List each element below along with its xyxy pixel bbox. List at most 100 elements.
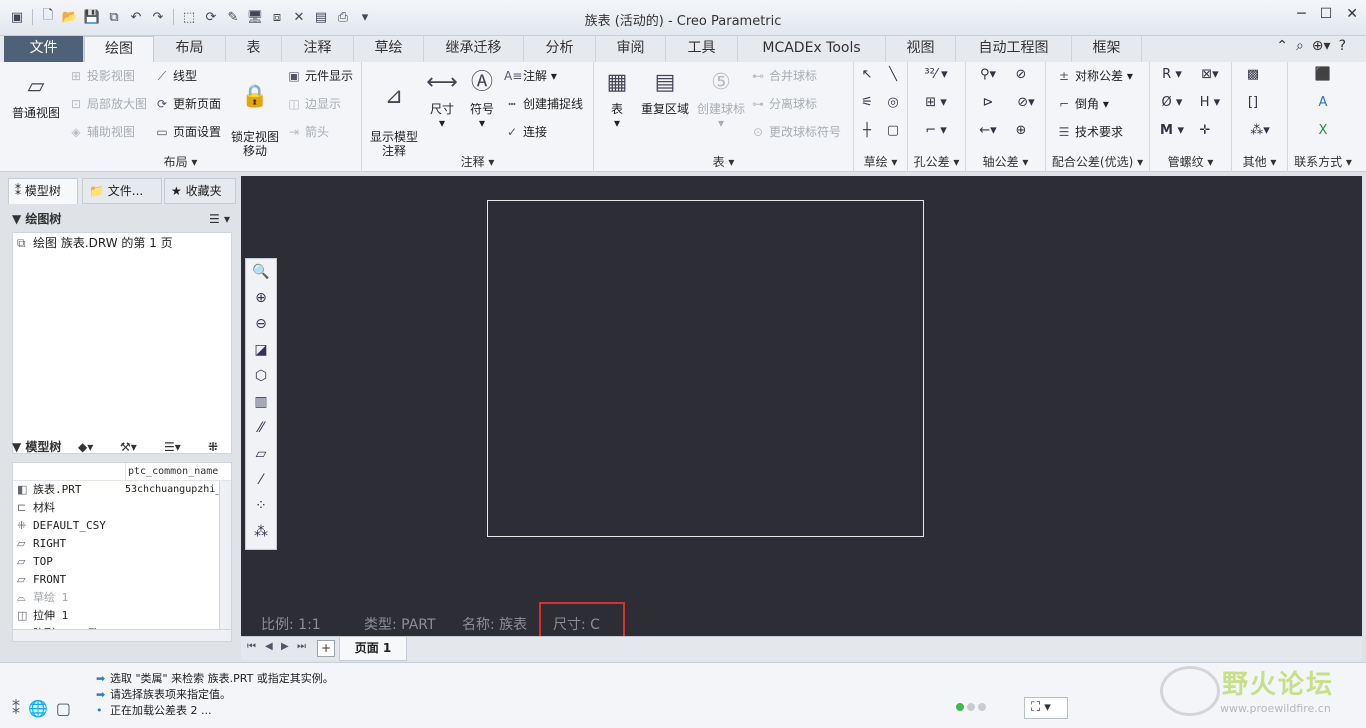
tab-analysis[interactable]: 分析 <box>524 36 596 62</box>
column-header-ptc-common-name[interactable]: ptc_common_name <box>125 463 218 481</box>
select-arrow-icon[interactable]: ↖ <box>854 64 880 86</box>
dimension-button[interactable]: ⟷ 尺寸 ▾ <box>424 68 460 130</box>
shaft-left-icon[interactable]: ←▾ <box>970 120 1006 142</box>
tab-table[interactable]: 表 <box>226 36 282 62</box>
page-tab-1[interactable]: 页面 1 <box>339 637 407 661</box>
model-tree-row[interactable]: ⊏ 材料 <box>13 499 231 517</box>
line-style-button[interactable]: ⟋ 线型 <box>154 66 197 86</box>
pdf-icon[interactable]: ⬛ <box>1310 64 1336 86</box>
maximize-icon[interactable]: ☐ <box>1320 6 1333 22</box>
tab-files[interactable]: 📁 文件... <box>82 178 162 204</box>
update-sheets-button[interactable]: ⟳ 更新页面 <box>154 94 221 114</box>
tab-layout[interactable]: 布局 <box>154 36 226 62</box>
search-icon[interactable]: ⌕ <box>1296 38 1304 54</box>
projection-view-button[interactable]: ⊞ 投影视图 <box>68 66 135 86</box>
datum-icon[interactable]: ⚲▾ <box>970 64 1006 86</box>
tab-auto-drawing[interactable]: 自动工程图 <box>956 36 1072 62</box>
model-tree-row[interactable]: ▱ RIGHT <box>13 535 231 553</box>
thread-r-button[interactable]: R ▾ <box>1154 64 1190 86</box>
diameter-icon[interactable]: Ø ▾ <box>1154 92 1190 114</box>
model-tree-row[interactable]: ▱ TOP <box>13 553 231 571</box>
general-view-button[interactable]: ▱ 普通视图 <box>6 72 66 120</box>
axis-icon[interactable]: ┼ <box>854 120 880 142</box>
symbol-button[interactable]: Ⓐ 符号 ▾ <box>462 68 502 130</box>
datum-display-icon[interactable]: ⁄⁄ <box>246 415 276 441</box>
tab-file[interactable]: 文件 <box>4 36 84 62</box>
shaft-cross-icon[interactable]: ⊕ <box>1008 120 1034 142</box>
tree-settings-icon[interactable]: ☰▾ <box>164 436 181 458</box>
group-label-table[interactable]: 表 ▾ <box>594 153 853 170</box>
last-page-icon[interactable]: ⏭ <box>297 641 306 652</box>
fullscreen-icon[interactable]: ▢ <box>56 699 71 718</box>
tree-filter-icon[interactable]: ⁜ <box>208 436 218 458</box>
drawing-tree-item[interactable]: ⧉ 绘图 族表.DRW 的第 1 页 <box>13 233 231 253</box>
tab-review[interactable]: 审阅 <box>596 36 666 62</box>
hole-tol-1-icon[interactable]: ³²⁄ ▾ <box>912 64 960 86</box>
point-display-icon[interactable]: ⁘ <box>246 493 276 519</box>
collapse-ribbon-icon[interactable]: ⌃ <box>1276 38 1288 54</box>
model-display-icon[interactable]: ◆▾ <box>78 436 93 458</box>
rect-icon[interactable]: ▢ <box>880 120 906 142</box>
graphics-canvas[interactable]: 🔍 ⊕ ⊖ ◪ ⬡ ▥ ⁄⁄ ▱ ⁄ ⁘ ⁂ 比例: 1:1 类型: PART … <box>241 176 1362 638</box>
saved-views-icon[interactable]: ▥ <box>246 389 276 415</box>
repaint-icon[interactable]: ◪ <box>246 337 276 363</box>
model-tree-row[interactable]: ⌓ 草绘 1 <box>13 589 231 607</box>
excel-icon[interactable]: X <box>1310 120 1336 142</box>
repeat-region-button[interactable]: ▤ 重复区域 <box>638 68 692 116</box>
tab-drawing[interactable]: 绘图 <box>84 36 154 62</box>
collapse-icon[interactable]: ▼ <box>12 212 21 226</box>
circle-icon[interactable]: ◎ <box>880 92 906 114</box>
model-tree-row[interactable]: ◫ 拉伸 1 <box>13 607 231 625</box>
close-icon[interactable]: ✕ <box>1346 6 1358 22</box>
shaft-search-icon[interactable]: ⊘▾ <box>1008 92 1044 114</box>
group-label-hole-tolerance[interactable]: 孔公差 ▾ <box>908 153 965 170</box>
zoom-in-icon[interactable]: ⊕ <box>246 285 276 311</box>
auxiliary-view-button[interactable]: ◈ 辅助视图 <box>68 122 135 142</box>
edge-display-button[interactable]: ◫ 边显示 <box>286 94 341 114</box>
line-icon[interactable]: ╲ <box>880 64 906 86</box>
model-tree-vertical-scrollbar[interactable] <box>219 481 231 629</box>
split-balloons-button[interactable]: ⊶ 分离球标 <box>750 94 817 114</box>
table-button[interactable]: ▦ 表 ▾ <box>598 68 636 130</box>
model-tree-header[interactable]: ▼ 模型树 ◆▾ ⚒▾ ☰▾ ⁜ <box>12 436 234 458</box>
detail-view-button[interactable]: ⊡ 局部放大图 <box>68 94 147 114</box>
hatch-icon[interactable]: ▩ <box>1240 64 1266 86</box>
csys-display-icon[interactable]: ⁂ <box>246 519 276 545</box>
group-label-other[interactable]: 其他 ▾ <box>1232 153 1287 170</box>
change-balloon-symbol-button[interactable]: ⊙ 更改球标符号 <box>750 122 841 142</box>
connect-button[interactable]: ✓ 连接 <box>504 122 547 142</box>
hole-tol-2-icon[interactable]: ⊞ ▾ <box>912 92 960 114</box>
tab-annotate[interactable]: 注释 <box>282 36 354 62</box>
prev-page-icon[interactable]: ◀ <box>265 641 273 652</box>
tab-sketch[interactable]: 草绘 <box>354 36 424 62</box>
tab-favorites[interactable]: ★ 收藏夹 <box>164 178 236 204</box>
model-tree-horizontal-scrollbar[interactable] <box>13 629 231 641</box>
plane-display-icon[interactable]: ▱ <box>246 441 276 467</box>
chamfer-button[interactable]: ⌐ 倒角 ▾ <box>1056 94 1109 114</box>
group-label-contact[interactable]: 联系方式 ▾ <box>1288 153 1358 170</box>
scatter-icon[interactable]: ⁂▾ <box>1240 120 1280 142</box>
group-label-fit-tolerance[interactable]: 配合公差(优选) ▾ <box>1046 153 1149 170</box>
tab-mcadex-tools[interactable]: MCADEx Tools <box>738 36 886 62</box>
minimize-icon[interactable]: ─ <box>1297 6 1305 22</box>
create-snap-line-button[interactable]: ┅ 创建捕捉线 <box>504 94 583 114</box>
first-page-icon[interactable]: ⏮ <box>247 641 256 652</box>
model-tree-row[interactable]: ▱ FRONT <box>13 571 231 589</box>
find-button[interactable]: ⛶ ▾ <box>1024 697 1068 719</box>
browser-toggle-icon[interactable]: 🌐 <box>28 699 48 718</box>
thread-cross-icon[interactable]: ✛ <box>1192 120 1218 142</box>
tab-legacy-migration[interactable]: 继承迁移 <box>424 36 524 62</box>
tab-view[interactable]: 视图 <box>886 36 956 62</box>
help-question-icon[interactable]: ? <box>1339 38 1346 54</box>
group-label-annotate[interactable]: 注释 ▾ <box>362 153 593 170</box>
tab-tools[interactable]: 工具 <box>666 36 738 62</box>
collapse-icon[interactable]: ▼ <box>12 440 21 454</box>
group-label-sketch[interactable]: 草绘 ▾ <box>854 153 907 170</box>
navigator-toggle-icon[interactable]: ⁑ <box>12 699 20 718</box>
sketch-tool-icon[interactable]: ⚟ <box>854 92 880 114</box>
thread-h-button[interactable]: H ▾ <box>1192 92 1228 114</box>
refit-icon[interactable]: 🔍 <box>246 259 276 285</box>
merge-balloons-button[interactable]: ⊷ 合并球标 <box>750 66 817 86</box>
thread-table-icon[interactable]: ⊠▾ <box>1192 64 1228 86</box>
shaft-arrow-icon[interactable]: ⊳ <box>970 92 1006 114</box>
